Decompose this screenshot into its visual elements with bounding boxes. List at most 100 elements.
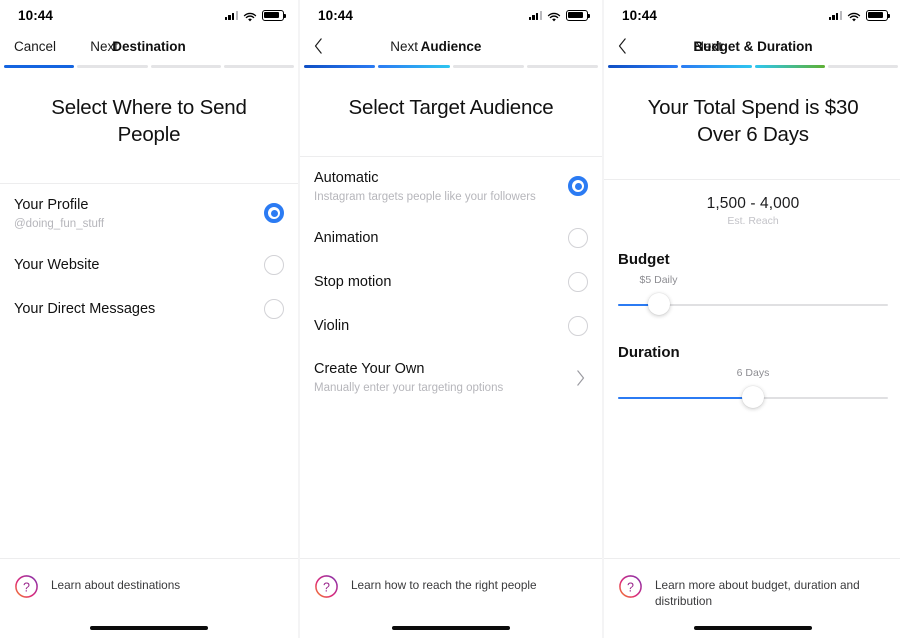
help-footer[interactable]: ? Learn about destinations <box>0 558 298 638</box>
list-item[interactable]: Automatic Instagram targets people like … <box>314 157 588 217</box>
cancel-button[interactable]: Cancel <box>14 39 66 54</box>
radio-button-selected[interactable] <box>568 176 588 197</box>
list-item-title: Your Profile <box>14 196 89 213</box>
chevron-left-icon <box>618 38 626 54</box>
status-icons <box>528 9 590 21</box>
next-button[interactable]: Next <box>366 39 418 54</box>
slider-fill <box>618 396 753 399</box>
duration-section-label: Duration <box>618 343 680 361</box>
row-text: Your Direct Messages <box>14 300 165 318</box>
help-footer[interactable]: ? Learn how to reach the right people <box>300 558 602 638</box>
help-text: Learn about destinations <box>51 578 181 592</box>
list-item-title: Your Direct Messages <box>14 301 156 318</box>
back-button[interactable] <box>314 38 366 54</box>
row-text: Your Website <box>14 256 109 274</box>
progress-segment <box>304 65 376 68</box>
home-indicator <box>90 625 208 630</box>
row-text: Your Profile @doing_fun_stuff <box>14 196 114 232</box>
battery-icon <box>566 9 590 21</box>
headline: Your Total Spend is $30 Over 6 Days <box>647 95 859 146</box>
headline: Select Target Audience <box>348 95 554 119</box>
back-button[interactable] <box>618 38 670 54</box>
status-time: 10:44 <box>622 7 658 23</box>
home-indicator <box>392 625 510 630</box>
radio-button[interactable] <box>568 272 588 293</box>
radio-button[interactable] <box>264 255 284 276</box>
reach-value: 1,500 - 4,000 <box>706 194 800 212</box>
wifi-icon <box>547 10 561 21</box>
wifi-icon <box>243 10 257 21</box>
budget-slider[interactable]: $5 Daily <box>618 274 888 320</box>
duration-value-label: 6 Days <box>736 366 770 379</box>
svg-text:?: ? <box>23 580 30 594</box>
next-button[interactable]: Next <box>670 39 722 54</box>
screen-budget-duration: 10:44 Budget & Duration Next Your Total … <box>604 0 900 638</box>
cellular-signal-icon <box>528 10 542 20</box>
status-time: 10:44 <box>18 7 54 23</box>
progress-segment <box>378 65 450 68</box>
help-footer[interactable]: ? Learn more about budget, duration and … <box>604 558 900 638</box>
progress-segment <box>150 65 221 68</box>
progress-segment <box>827 65 898 68</box>
cellular-signal-icon <box>828 10 842 20</box>
battery-icon <box>866 9 890 21</box>
nav-bar: Audience Next <box>300 30 602 62</box>
battery-icon <box>262 9 286 21</box>
slider-thumb[interactable] <box>647 292 670 315</box>
reach-label: Est. Reach <box>727 214 779 227</box>
row-text: Automatic Instagram targets people like … <box>314 169 546 205</box>
help-question-icon: ? <box>314 574 339 599</box>
list-item-title: Animation <box>314 230 379 247</box>
svg-text:?: ? <box>627 580 634 594</box>
home-indicator <box>694 625 812 630</box>
status-icons <box>224 9 286 21</box>
radio-button-selected[interactable] <box>264 203 284 224</box>
list-item-title: Stop motion <box>314 274 392 291</box>
next-button[interactable]: Next <box>66 39 118 54</box>
row-text: Create Your Own Manually enter your targ… <box>314 360 513 396</box>
progress-segment <box>526 65 598 68</box>
budget-value-label: $5 Daily <box>639 273 678 286</box>
help-question-icon: ? <box>618 574 643 599</box>
chevron-right-icon[interactable] <box>576 370 585 386</box>
progress-segment <box>452 65 524 68</box>
headline: Select Where to Send People <box>51 95 247 146</box>
cellular-signal-icon <box>224 10 238 20</box>
svg-text:?: ? <box>323 580 330 594</box>
list-item[interactable]: Your Website <box>14 243 284 287</box>
list-item-title: Your Website <box>14 257 100 274</box>
list-item[interactable]: Your Profile @doing_fun_stuff <box>14 184 284 244</box>
screen-audience: 10:44 Audience Next Select Target Audien… <box>300 0 602 638</box>
radio-button[interactable] <box>264 299 284 320</box>
help-text: Learn how to reach the right people <box>351 578 537 592</box>
list-item-title: Violin <box>314 318 350 335</box>
status-bar: 10:44 <box>604 0 900 30</box>
duration-slider[interactable]: 6 Days <box>618 367 888 413</box>
option-list: Your Profile @doing_fun_stuff Your Websi… <box>0 184 298 332</box>
list-item-title: Create Your Own <box>314 361 425 378</box>
row-text: Animation <box>314 229 388 247</box>
status-bar: 10:44 <box>0 0 298 30</box>
row-text: Stop motion <box>314 273 401 291</box>
slider-thumb[interactable] <box>742 385 764 408</box>
help-text: Learn more about budget, duration and di… <box>655 578 860 608</box>
progress-segment <box>681 65 752 68</box>
list-item-subtitle: @doing_fun_stuff <box>14 217 105 230</box>
help-question-icon: ? <box>14 574 39 599</box>
list-item[interactable]: Violin <box>314 304 588 348</box>
list-item[interactable]: Your Direct Messages <box>14 287 284 331</box>
radio-button[interactable] <box>568 316 588 337</box>
estimated-reach: 1,500 - 4,000 Est. Reach <box>604 180 900 227</box>
wifi-icon <box>847 10 861 21</box>
list-item[interactable]: Create Your Own Manually enter your targ… <box>314 348 588 408</box>
list-item[interactable]: Stop motion <box>314 260 588 304</box>
progress-segment <box>754 65 825 68</box>
progress-segment <box>223 65 294 68</box>
progress-segment <box>608 65 679 68</box>
option-list: Automatic Instagram targets people like … <box>300 157 602 408</box>
status-bar: 10:44 <box>300 0 602 30</box>
progress-segment <box>4 65 75 68</box>
radio-button[interactable] <box>568 228 588 249</box>
list-item[interactable]: Animation <box>314 216 588 260</box>
budget-slider-wrap: $5 Daily <box>604 274 900 320</box>
